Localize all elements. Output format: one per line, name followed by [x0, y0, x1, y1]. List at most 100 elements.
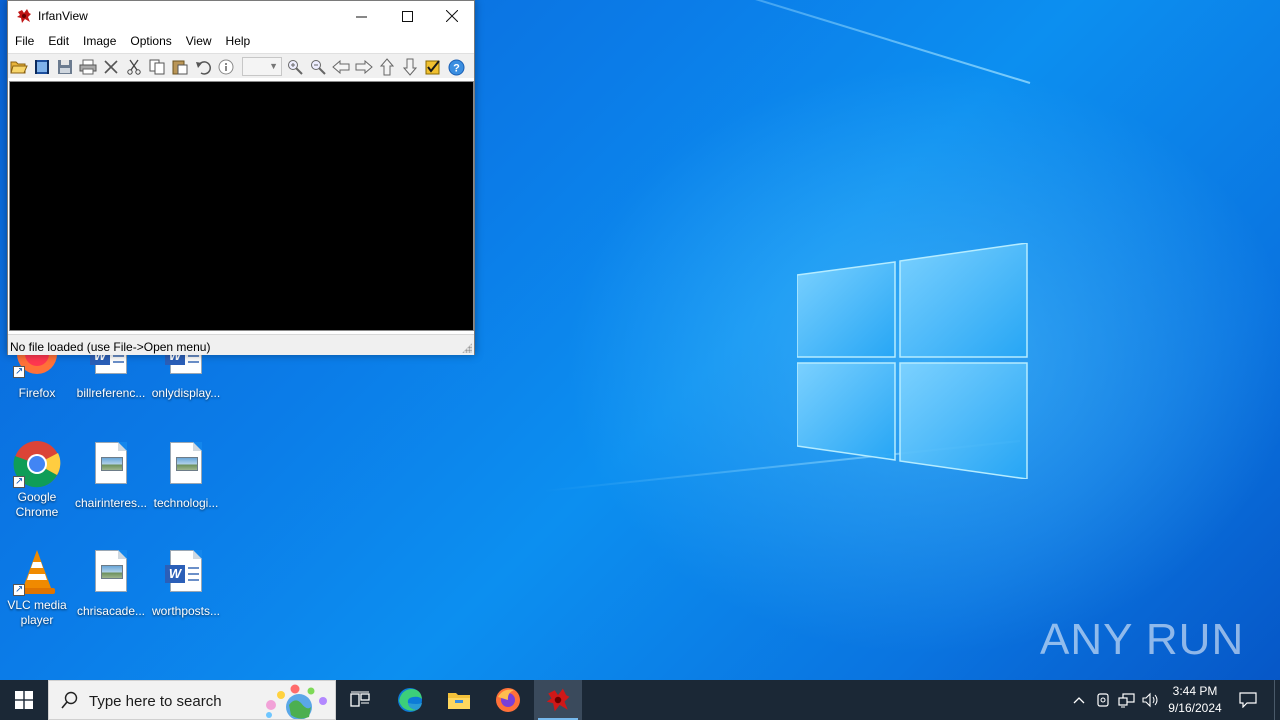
- search-highlight-illustration-icon: [266, 684, 327, 719]
- title-bar[interactable]: IrfanView: [8, 1, 474, 31]
- show-desktop-button[interactable]: [1274, 680, 1280, 720]
- desktop-icon-label: Firefox: [18, 386, 56, 400]
- slideshow-icon[interactable]: [32, 57, 52, 77]
- taskbar: Type here to search 3:44 PM 9/16/2024: [0, 680, 1280, 720]
- copy-icon[interactable]: [147, 57, 167, 77]
- image-file-icon: [87, 548, 135, 596]
- paste-icon[interactable]: [170, 57, 190, 77]
- desktop-icon-google-chrome[interactable]: Google Chrome: [0, 440, 74, 520]
- zoom-in-icon[interactable]: [285, 57, 305, 77]
- clock-time: 3:44 PM: [1172, 684, 1218, 698]
- edge-icon: [398, 688, 422, 712]
- chevron-up-icon: [1073, 697, 1085, 704]
- tray-meet-now[interactable]: [1092, 680, 1114, 720]
- menu-options[interactable]: Options: [123, 31, 178, 52]
- menu-help[interactable]: Help: [219, 31, 258, 52]
- zoom-select[interactable]: ▼: [242, 57, 282, 76]
- desktop-icon-chairinteres[interactable]: chairinteres...: [74, 440, 148, 511]
- file-explorer-icon: [448, 693, 470, 709]
- chrome-icon: [13, 440, 61, 489]
- chevron-down-icon: ▼: [269, 61, 278, 71]
- status-bar: No file loaded (use File->Open menu): [8, 334, 474, 355]
- irfanview-icon: [546, 688, 570, 712]
- save-icon[interactable]: [55, 57, 75, 77]
- minimize-icon: [355, 16, 367, 17]
- clock-date: 9/16/2024: [1168, 701, 1222, 715]
- shortcut-arrow-icon: [13, 474, 25, 489]
- taskbar-clock[interactable]: 3:44 PM 9/16/2024: [1162, 683, 1228, 717]
- first-icon[interactable]: [377, 57, 397, 77]
- watermark-text: ANY RUN: [1040, 615, 1245, 664]
- properties-icon[interactable]: [423, 57, 443, 77]
- volume-icon: [1142, 692, 1158, 708]
- word-doc-icon: W: [162, 548, 210, 596]
- desktop-icon-label: worthposts...: [151, 604, 221, 618]
- cut-icon[interactable]: [124, 57, 144, 77]
- menu-bar: File Edit Image Options View Help: [8, 31, 474, 52]
- vlc-icon: [13, 548, 61, 597]
- desktop-icon-label: onlydisplay...: [151, 386, 221, 400]
- status-text: No file loaded (use File->Open menu): [10, 340, 211, 354]
- image-file-icon: [162, 440, 210, 488]
- shortcut-arrow-icon: [13, 364, 25, 379]
- print-icon[interactable]: [78, 57, 98, 77]
- show-hidden-icons-button[interactable]: [1068, 680, 1090, 720]
- start-button[interactable]: [0, 680, 48, 720]
- desktop-icon-technologi[interactable]: technologi...: [149, 440, 223, 511]
- resize-grip-icon[interactable]: [462, 343, 472, 353]
- close-button[interactable]: [429, 1, 475, 31]
- minimize-button[interactable]: [338, 1, 384, 31]
- start-icon: [15, 691, 33, 709]
- shortcut-arrow-icon: [13, 582, 25, 597]
- next-icon[interactable]: [354, 57, 374, 77]
- device-icon: [1097, 693, 1109, 707]
- firefox-icon: [496, 688, 520, 712]
- tray-volume[interactable]: [1140, 680, 1162, 720]
- desktop-icon-label: chairinteres...: [74, 496, 148, 510]
- undo-icon[interactable]: [193, 57, 213, 77]
- desktop-icon-label: chrisacade...: [76, 604, 146, 618]
- close-icon: [446, 10, 458, 22]
- notification-icon: [1239, 692, 1257, 708]
- open-folder-icon[interactable]: [9, 57, 29, 77]
- taskbar-file-explorer[interactable]: [435, 680, 483, 720]
- desktop-icon-chrisacade[interactable]: chrisacade...: [74, 548, 148, 619]
- irfanview-icon: [17, 9, 31, 23]
- image-viewport[interactable]: [9, 81, 474, 331]
- svg-text:?: ?: [453, 62, 460, 74]
- delete-icon[interactable]: [101, 57, 121, 77]
- maximize-icon: [401, 10, 413, 22]
- desktop-icon-label: billreferenc...: [76, 386, 146, 400]
- previous-icon[interactable]: [331, 57, 351, 77]
- last-icon[interactable]: [400, 57, 420, 77]
- taskbar-search-box[interactable]: Type here to search: [48, 680, 336, 720]
- menu-view[interactable]: View: [179, 31, 219, 52]
- maximize-button[interactable]: [384, 1, 430, 31]
- desktop-icon-label: Google Chrome: [15, 490, 59, 519]
- taskbar-firefox[interactable]: [484, 680, 532, 720]
- taskbar-edge[interactable]: [386, 680, 434, 720]
- window-title: IrfanView: [38, 9, 88, 23]
- search-placeholder: Type here to search: [89, 693, 222, 710]
- task-view-button[interactable]: [336, 680, 384, 720]
- menu-edit[interactable]: Edit: [41, 31, 76, 52]
- menu-image[interactable]: Image: [76, 31, 123, 52]
- windows-logo-wallpaper: [797, 243, 1028, 479]
- info-icon[interactable]: [216, 57, 236, 77]
- notifications-button[interactable]: [1234, 680, 1262, 720]
- desktop-icon-label: VLC media player: [7, 598, 67, 627]
- task-view-icon: [350, 691, 370, 707]
- tray-network[interactable]: [1116, 680, 1138, 720]
- anyrun-watermark: ANY RUN: [1040, 610, 1244, 670]
- desktop-icon-worthposts[interactable]: W worthposts...: [149, 548, 223, 619]
- search-icon: [61, 691, 78, 709]
- toolbar: ▼ ?: [8, 53, 474, 78]
- taskbar-irfanview[interactable]: [534, 680, 582, 720]
- menu-file[interactable]: File: [8, 31, 41, 52]
- zoom-out-icon[interactable]: [308, 57, 328, 77]
- irfanview-window[interactable]: IrfanView File Edit Image Options View H…: [7, 0, 475, 355]
- desktop-icon-vlc[interactable]: VLC media player: [0, 548, 74, 628]
- light-beam: [494, 0, 1031, 84]
- help-icon[interactable]: ?: [446, 57, 466, 77]
- desktop-icon-label: technologi...: [153, 496, 219, 510]
